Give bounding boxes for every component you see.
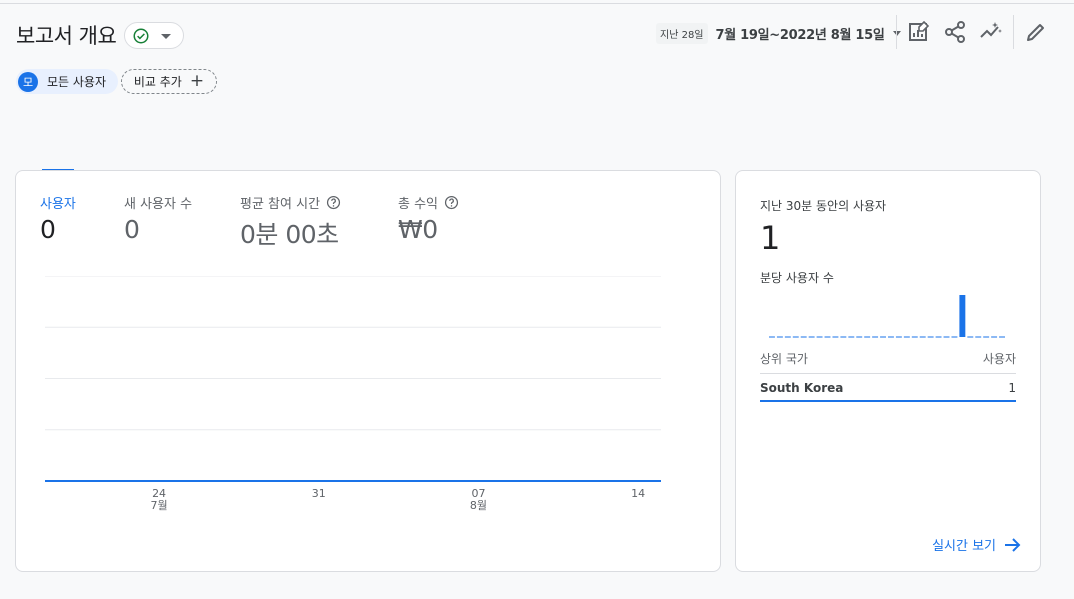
add-comparison-label: 비교 추가 — [133, 75, 182, 89]
toolbar-divider — [896, 15, 897, 49]
date-range-picker[interactable]: 지난 28일 7월 19일~2022년 8월 15일 — [656, 20, 901, 46]
metric-label-row: 평균 참여 시간 — [240, 193, 341, 212]
x-tick-label: 14 — [631, 487, 645, 500]
metric-label: 새 사용자 수 — [124, 197, 193, 212]
edit-icon — [1027, 24, 1044, 41]
x-tick-month-label: 7월 — [151, 499, 168, 512]
metric-label: 사용자 — [40, 197, 76, 212]
segment-label: 모든 사용자 — [47, 75, 107, 89]
insights-button[interactable] — [979, 20, 1003, 44]
per-minute-bar-chart — [769, 295, 1005, 338]
metric-tab-avg-engagement-time[interactable]: 평균 참여 시간 0분 00초 — [240, 193, 341, 251]
country-row-bar — [760, 400, 1016, 402]
share-icon — [945, 21, 965, 43]
realtime-title: 지난 30분 동안의 사용자 — [760, 199, 887, 213]
users-trend-chart: 247월31 078월14 — [45, 276, 661, 512]
check-circle-icon — [133, 28, 149, 44]
top-country-header: 상위 국가 — [760, 352, 808, 366]
plus-icon: + — [189, 71, 205, 91]
help-icon[interactable] — [326, 195, 341, 210]
top-divider — [0, 3, 1074, 4]
metric-value: 0 — [40, 215, 56, 244]
table-header-divider — [760, 373, 1016, 374]
minute-bar — [959, 295, 966, 337]
help-icon[interactable] — [444, 195, 459, 210]
toolbar-divider — [1013, 15, 1014, 49]
edit-button[interactable] — [1024, 20, 1048, 44]
metric-label: 총 수익 — [398, 197, 439, 212]
per-minute-subtitle: 분당 사용자 수 — [760, 271, 834, 285]
view-realtime-link[interactable]: 실시간 보기 — [932, 535, 1022, 554]
arrow-right-icon — [1005, 537, 1021, 552]
country-name: South Korea — [760, 381, 844, 395]
metric-value: 0 — [124, 215, 140, 244]
users-column-header: 사용자 — [982, 352, 1016, 366]
add-comparison-button[interactable]: 비교 추가 + — [121, 69, 217, 94]
insights-icon — [980, 22, 1002, 38]
realtime-users-value: 1 — [760, 219, 781, 257]
metric-tab-total-revenue[interactable]: 총 수익 ₩0 — [398, 193, 459, 244]
x-tick-label: 31 — [312, 487, 326, 500]
segment-avatar: 모 — [18, 71, 38, 92]
metric-value: ₩0 — [398, 215, 438, 244]
customize-report-button[interactable] — [907, 20, 931, 44]
country-users: 1 — [1008, 381, 1016, 395]
customize-report-icon — [909, 20, 930, 41]
metric-value: 0분 00초 — [240, 220, 339, 249]
realtime-card: 지난 30분 동안의 사용자 1 분당 사용자 수 상위 국가 사용자 Sout… — [735, 170, 1041, 572]
overview-card: 사용자 0 새 사용자 수 0 평균 참여 시간 0분 00초 총 수익 ₩0 … — [15, 170, 721, 572]
share-button[interactable] — [943, 20, 967, 44]
metric-label: 평균 참여 시간 — [240, 197, 321, 212]
chevron-down-icon — [161, 34, 171, 39]
view-realtime-label: 실시간 보기 — [932, 539, 996, 554]
report-status-dropdown[interactable] — [124, 22, 184, 49]
segment-chip-all-users[interactable]: 모 모든 사용자 — [16, 69, 119, 94]
page-title: 보고서 개요 — [16, 24, 117, 48]
date-range-text: 7월 19일~2022년 8월 15일 — [715, 27, 885, 43]
date-preset-chip: 지난 28일 — [656, 22, 708, 44]
metric-label-row: 총 수익 — [398, 193, 459, 212]
x-tick-month-label: 8월 — [470, 499, 487, 512]
metric-tab-new-users[interactable]: 새 사용자 수 0 — [124, 193, 192, 244]
metric-tab-users[interactable]: 사용자 0 — [40, 193, 76, 244]
